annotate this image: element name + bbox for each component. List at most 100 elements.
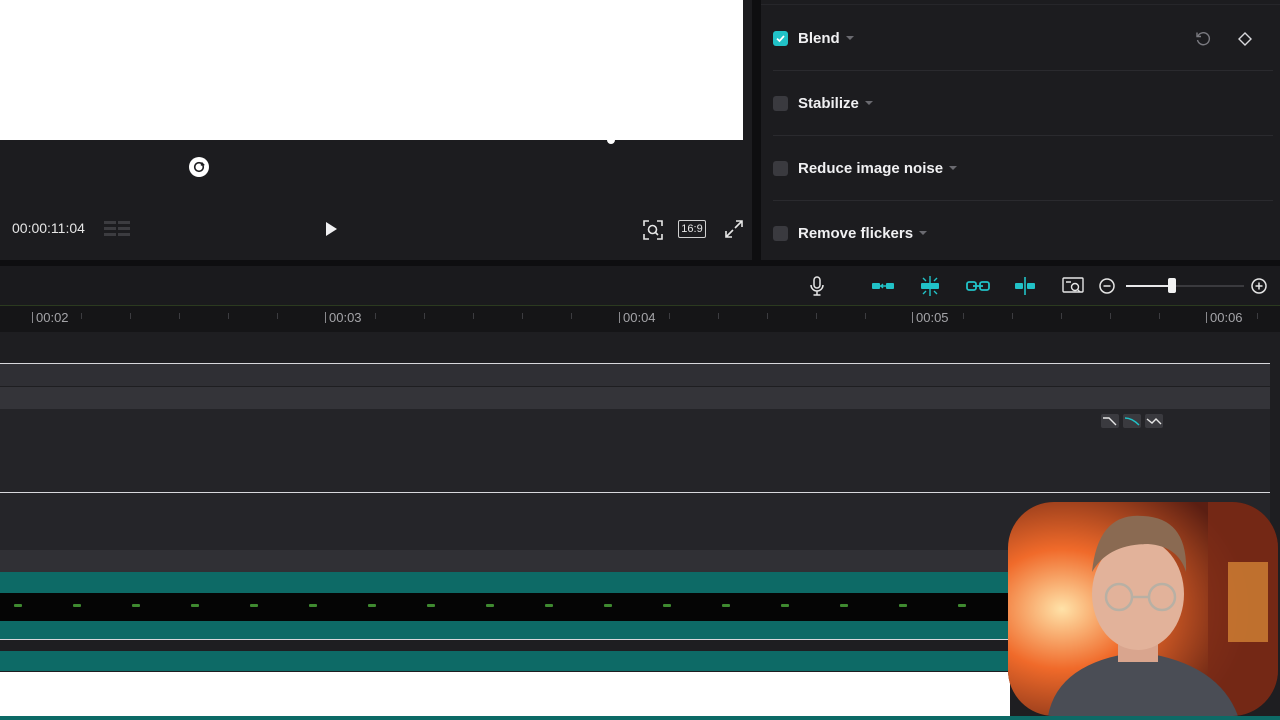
blend-checkbox[interactable] (773, 30, 788, 46)
stabilize-checkbox[interactable] (773, 95, 788, 111)
remove-flickers-checkbox[interactable] (773, 225, 788, 241)
transform-handle[interactable] (607, 136, 615, 144)
audio-clip[interactable] (0, 572, 1008, 593)
stabilize-label: Stabilize (798, 94, 859, 112)
rotate-icon[interactable] (189, 157, 209, 177)
option-remove-flickers[interactable]: Remove flickers (773, 218, 1273, 248)
ruler-tick (179, 313, 180, 319)
curve-icon[interactable] (1123, 414, 1141, 428)
reset-icon[interactable] (1194, 30, 1212, 48)
ruler-tick (522, 313, 523, 319)
waveform-marker (427, 604, 435, 607)
reduce-noise-label: Reduce image noise (798, 159, 944, 177)
waveform-marker (722, 604, 730, 607)
video-track-clip[interactable] (0, 364, 1270, 386)
zoom-slider-fill (1126, 285, 1172, 287)
ruler-tick (1257, 313, 1258, 319)
waveform-marker (545, 604, 553, 607)
track-border (0, 639, 1008, 640)
ruler-label: 00:02 (32, 310, 69, 325)
aspect-ratio-button[interactable]: 16:9 (678, 220, 706, 238)
ruler-tick (963, 313, 964, 319)
ruler-tick (81, 313, 82, 319)
ruler-label: 00:03 (325, 310, 362, 325)
link-icon[interactable] (966, 275, 990, 297)
waveform-marker (840, 604, 848, 607)
split-icon[interactable] (1013, 275, 1037, 297)
waveform-marker (73, 604, 81, 607)
ruler-label: 00:04 (619, 310, 656, 325)
chevron-down-icon[interactable] (919, 231, 928, 235)
audio-waveform (0, 593, 1008, 621)
waveform-marker (309, 604, 317, 607)
ruler-tick (571, 313, 572, 319)
audio-clip[interactable] (0, 716, 1280, 720)
row-separator (773, 135, 1273, 136)
zoom-out-icon[interactable] (1095, 275, 1119, 297)
timeline-ruler[interactable]: 00:02 00:03 00:04 00:05 00:06 (0, 306, 1280, 332)
waveform-marker (899, 604, 907, 607)
waveform-marker (663, 604, 671, 607)
video-track-clip[interactable] (0, 387, 1270, 409)
ruler-tick (1012, 313, 1013, 319)
remove-flickers-label: Remove flickers (798, 224, 914, 242)
chevron-down-icon[interactable] (949, 166, 958, 170)
ruler-tick (767, 313, 768, 319)
waveform-marker (368, 604, 376, 607)
waveform-marker (191, 604, 199, 607)
ruler-tick (718, 313, 719, 319)
preview-zoom-icon[interactable] (1061, 275, 1085, 297)
reduce-noise-checkbox[interactable] (773, 160, 788, 176)
ruler-tick (228, 313, 229, 319)
waveform-marker (486, 604, 494, 607)
effect-track-clip[interactable] (0, 409, 1270, 492)
option-reduce-noise[interactable]: Reduce image noise (773, 153, 1273, 201)
option-stabilize[interactable]: Stabilize (773, 88, 1273, 136)
ruler-tick (130, 313, 131, 319)
zoom-in-icon[interactable] (1247, 275, 1271, 297)
row-separator (773, 200, 1273, 201)
grid-icon[interactable] (104, 219, 132, 239)
audio-clip[interactable] (0, 621, 1008, 639)
ruler-tick (1110, 313, 1111, 319)
waveform-marker (604, 604, 612, 607)
media-clip[interactable] (0, 672, 1010, 717)
panel-separator (761, 4, 1280, 5)
blend-label: Blend (798, 29, 840, 47)
timecode: 00:00:11:04 (12, 220, 85, 236)
webcam-overlay (1008, 502, 1278, 716)
audio-clip[interactable] (0, 651, 1008, 671)
player-panel: 00:00:11:04 16:9 (0, 0, 752, 260)
keyframe-icon[interactable] (1236, 30, 1254, 48)
wave-curve-icon[interactable] (1145, 414, 1163, 428)
waveform-marker (958, 604, 966, 607)
ruler-tick (1061, 313, 1062, 319)
link-left-icon[interactable] (871, 275, 895, 297)
panel-divider[interactable] (752, 0, 761, 262)
ruler-tick (424, 313, 425, 319)
timeline-toolbar (0, 266, 1280, 306)
waveform-marker (781, 604, 789, 607)
fullscreen-icon[interactable] (724, 219, 744, 239)
ruler-tick (473, 313, 474, 319)
ruler-label: 00:06 (1206, 310, 1243, 325)
microphone-icon[interactable] (805, 275, 829, 297)
ruler-label: 00:05 (912, 310, 949, 325)
video-preview[interactable] (0, 0, 743, 140)
chevron-down-icon[interactable] (864, 101, 873, 105)
zoom-slider-thumb[interactable] (1168, 278, 1176, 293)
play-icon[interactable] (320, 218, 342, 240)
waveform-marker (132, 604, 140, 607)
zoom-fit-icon[interactable] (641, 218, 665, 242)
snap-icon[interactable] (918, 275, 942, 297)
ruler-tick (1159, 313, 1160, 319)
ruler-tick (375, 313, 376, 319)
ruler-tick (865, 313, 866, 319)
row-separator (773, 70, 1273, 71)
chevron-down-icon[interactable] (845, 36, 854, 40)
fade-out-icon[interactable] (1101, 414, 1119, 428)
waveform-marker (14, 604, 22, 607)
waveform-marker (250, 604, 258, 607)
ruler-tick (669, 313, 670, 319)
ruler-tick (816, 313, 817, 319)
